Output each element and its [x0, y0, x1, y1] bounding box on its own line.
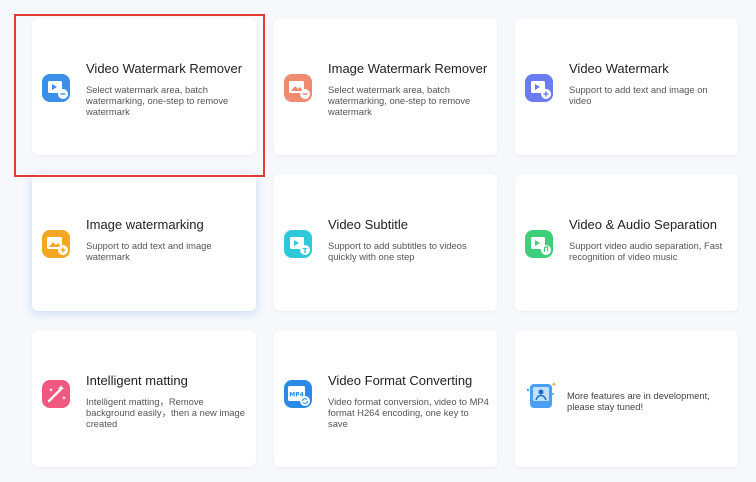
video-watermark-remover-icon — [40, 72, 72, 104]
video-watermark-icon — [523, 72, 555, 104]
card-description: Support to add subtitles to videos quick… — [328, 240, 467, 262]
card-description: Support video audio separation, Fast rec… — [569, 240, 723, 262]
card-title: Intelligent matting — [86, 373, 188, 388]
card-title: Video Watermark Remover — [86, 61, 243, 76]
card-description: Intelligent matting，Remove background ea… — [86, 396, 245, 429]
card-title: Image watermarking — [86, 217, 204, 232]
card-video-audio-separation[interactable]: Video & Audio Separation Support video a… — [515, 174, 738, 311]
video-format-converting-icon: MP4 — [282, 378, 314, 410]
card-description: Select watermark area, batch watermarkin… — [86, 84, 229, 117]
card-video-watermark-remover[interactable]: Video Watermark Remover Select watermark… — [32, 18, 256, 155]
image-watermark-remover-icon — [282, 72, 314, 104]
card-image-watermark-remover[interactable]: Image Watermark Remover Select watermark… — [274, 18, 497, 155]
image-watermarking-icon — [40, 228, 72, 260]
development-notice: More features are in development, please… — [567, 390, 710, 412]
intelligent-matting-icon — [40, 378, 72, 410]
card-description: Select watermark area, batch watermarkin… — [328, 84, 471, 117]
card-video-watermark[interactable]: Video Watermark Support to add text and … — [515, 18, 738, 155]
card-title: Video Watermark — [569, 61, 669, 76]
card-video-format-converting[interactable]: MP4 Video Format Converting Video format… — [274, 330, 497, 467]
in-development-icon — [525, 378, 557, 410]
card-title: Video Format Converting — [328, 373, 473, 388]
card-in-development: More features are in development, please… — [515, 330, 738, 467]
svg-text:T: T — [303, 247, 308, 255]
video-audio-separation-icon — [523, 228, 555, 260]
video-subtitle-icon: T — [282, 228, 314, 260]
card-image-watermarking[interactable]: Image watermarking Support to add text a… — [32, 174, 256, 311]
card-description: Support to add text and image watermark — [86, 240, 212, 262]
card-title: Video & Audio Separation — [569, 217, 717, 232]
card-description: Support to add text and image on video — [569, 84, 708, 106]
card-title: Video Subtitle — [328, 217, 408, 232]
card-intelligent-matting[interactable]: Intelligent matting Intelligent matting，… — [32, 330, 256, 467]
card-title: Image Watermark Remover — [328, 61, 488, 76]
card-video-subtitle[interactable]: T Video Subtitle Support to add subtitle… — [274, 174, 497, 311]
card-description: Video format conversion, video to MP4 fo… — [328, 396, 489, 429]
